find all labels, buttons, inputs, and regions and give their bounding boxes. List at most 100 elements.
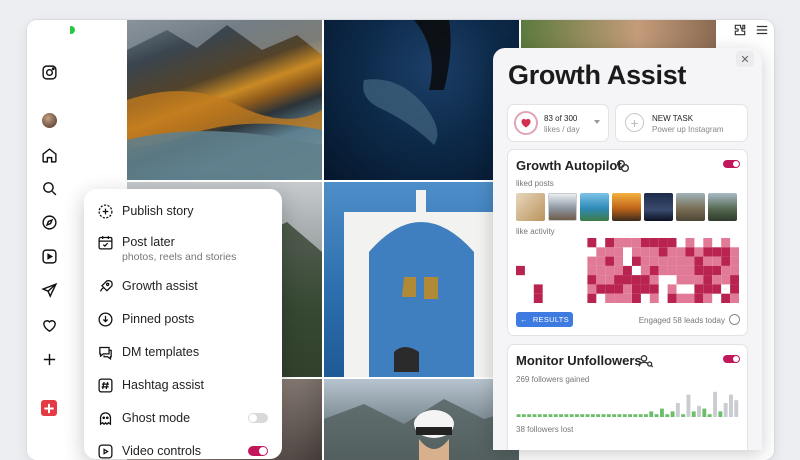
bar	[569, 414, 574, 417]
heatmap-cell	[640, 284, 650, 294]
bar	[665, 414, 670, 417]
bar	[718, 411, 723, 417]
feed-photo-underwater[interactable]	[324, 20, 519, 180]
heatmap-cell	[596, 247, 606, 257]
heatmap-cell	[703, 275, 713, 285]
extensions-puzzle-icon[interactable]	[732, 22, 748, 38]
liked-post-thumb[interactable]	[644, 193, 673, 221]
heatmap-cell	[712, 275, 722, 285]
menu-item-label: Growth assist	[122, 279, 198, 293]
heatmap-cell	[614, 247, 623, 257]
menu-item-label: Post later	[122, 235, 175, 249]
heatmap-cell	[730, 247, 739, 257]
heatmap-cell	[721, 238, 731, 248]
bar	[686, 394, 691, 417]
bar	[559, 414, 563, 417]
heatmap-cell	[703, 284, 713, 294]
home-icon[interactable]	[39, 145, 59, 165]
liked-post-thumb[interactable]	[548, 193, 577, 221]
liked-post-thumb[interactable]	[676, 193, 705, 221]
menu-item-label: Hashtag assist	[122, 378, 204, 392]
menu-item-video-controls[interactable]: Video controls	[96, 442, 270, 460]
heart-icon	[514, 111, 538, 135]
heatmap-cell	[676, 275, 686, 285]
menu-item-hashtag-assist[interactable]: Hashtag assist	[96, 376, 270, 394]
heatmap-cell	[623, 265, 632, 276]
heatmap-cell	[533, 284, 543, 294]
menu-item-pinned-posts[interactable]: Pinned posts	[96, 310, 270, 328]
liked-post-thumb[interactable]	[516, 193, 545, 221]
bar	[654, 414, 659, 417]
bar	[707, 414, 712, 417]
heatmap-cell	[676, 247, 686, 257]
menu-item-ghost-mode[interactable]: Ghost mode	[96, 409, 270, 427]
likes-per-day-card[interactable]: 83 of 300 likes / day	[507, 104, 609, 142]
chevron-down-icon[interactable]	[594, 120, 600, 124]
heatmap-cell	[676, 265, 686, 276]
heatmap-cell	[712, 247, 722, 257]
heatmap-cell	[703, 247, 713, 257]
unfollowers-toggle[interactable]	[723, 355, 740, 363]
hashtag-icon	[96, 376, 114, 394]
engaged-leads-text: Engaged 58 leads today	[638, 316, 725, 325]
liked-post-thumb[interactable]	[708, 193, 737, 221]
heatmap-cell	[721, 256, 731, 266]
bar	[649, 411, 654, 417]
autopilot-toggle[interactable]	[723, 160, 740, 168]
chat-icon	[96, 343, 114, 361]
menu-item-growth-assist[interactable]: Growth assist	[96, 277, 270, 295]
feed-photo-portrait[interactable]	[521, 20, 716, 50]
explore-compass-icon[interactable]	[39, 212, 59, 232]
menu-item-sublabel: photos, reels and stories	[122, 251, 237, 263]
reels-icon[interactable]	[39, 246, 59, 266]
search-icon[interactable]	[39, 178, 59, 198]
feed-photo-cyclist[interactable]	[324, 379, 519, 460]
followers-gained-chart	[516, 391, 739, 417]
messages-send-icon[interactable]	[39, 280, 59, 300]
hamburger-menu-icon[interactable]	[754, 22, 770, 38]
profile-avatar[interactable]	[39, 110, 59, 130]
video-controls-toggle[interactable]	[248, 446, 268, 456]
heatmap-cell	[667, 265, 677, 276]
heatmap-cell	[649, 247, 659, 257]
menu-item-post-later[interactable]: Post later photos, reels and stories	[96, 233, 270, 264]
heatmap-cell	[649, 293, 659, 303]
menu-item-dm-templates[interactable]: DM templates	[96, 343, 270, 361]
liked-post-thumb[interactable]	[580, 193, 609, 221]
bar	[681, 414, 686, 417]
results-button[interactable]: ← RESULTS	[516, 312, 573, 327]
results-button-label: RESULTS	[532, 315, 569, 324]
notifications-heart-icon[interactable]	[39, 315, 59, 335]
bar	[702, 408, 707, 417]
feed-photo-bell-tower[interactable]	[324, 182, 519, 377]
ghost-icon	[96, 409, 114, 427]
liked-post-thumb[interactable]	[612, 193, 641, 221]
feed-photo-landscape[interactable]	[127, 20, 322, 180]
calendar-check-icon	[96, 233, 114, 251]
close-icon[interactable]: ✕	[736, 51, 754, 67]
heatmap-cell	[632, 238, 641, 248]
heatmap-cell	[658, 238, 668, 248]
feature-menu: Publish story Post later photos, reels a…	[84, 189, 282, 459]
bar	[553, 414, 558, 417]
clock-icon[interactable]	[729, 314, 740, 325]
heatmap-cell	[703, 238, 713, 248]
like-activity-label: like activity	[516, 227, 555, 236]
instagram-logo-icon[interactable]	[39, 62, 59, 82]
followers-lost-label: 38 followers lost	[516, 425, 574, 434]
extension-logo-icon[interactable]	[39, 398, 59, 418]
heatmap-cell	[694, 293, 704, 303]
bar	[606, 414, 611, 417]
bar	[622, 414, 627, 417]
create-plus-icon[interactable]	[39, 349, 59, 369]
play-icon	[96, 442, 114, 460]
new-task-card[interactable]: + NEW TASK Power up Instagram	[615, 104, 748, 142]
heatmap-cell	[676, 293, 686, 303]
ghost-mode-toggle[interactable]	[248, 413, 268, 423]
heatmap-cell	[649, 265, 659, 276]
bar	[521, 414, 526, 417]
bar	[670, 411, 675, 417]
menu-item-publish-story[interactable]: Publish story	[96, 202, 270, 220]
heatmap-cell	[587, 238, 597, 248]
heatmap-cell	[649, 275, 659, 285]
